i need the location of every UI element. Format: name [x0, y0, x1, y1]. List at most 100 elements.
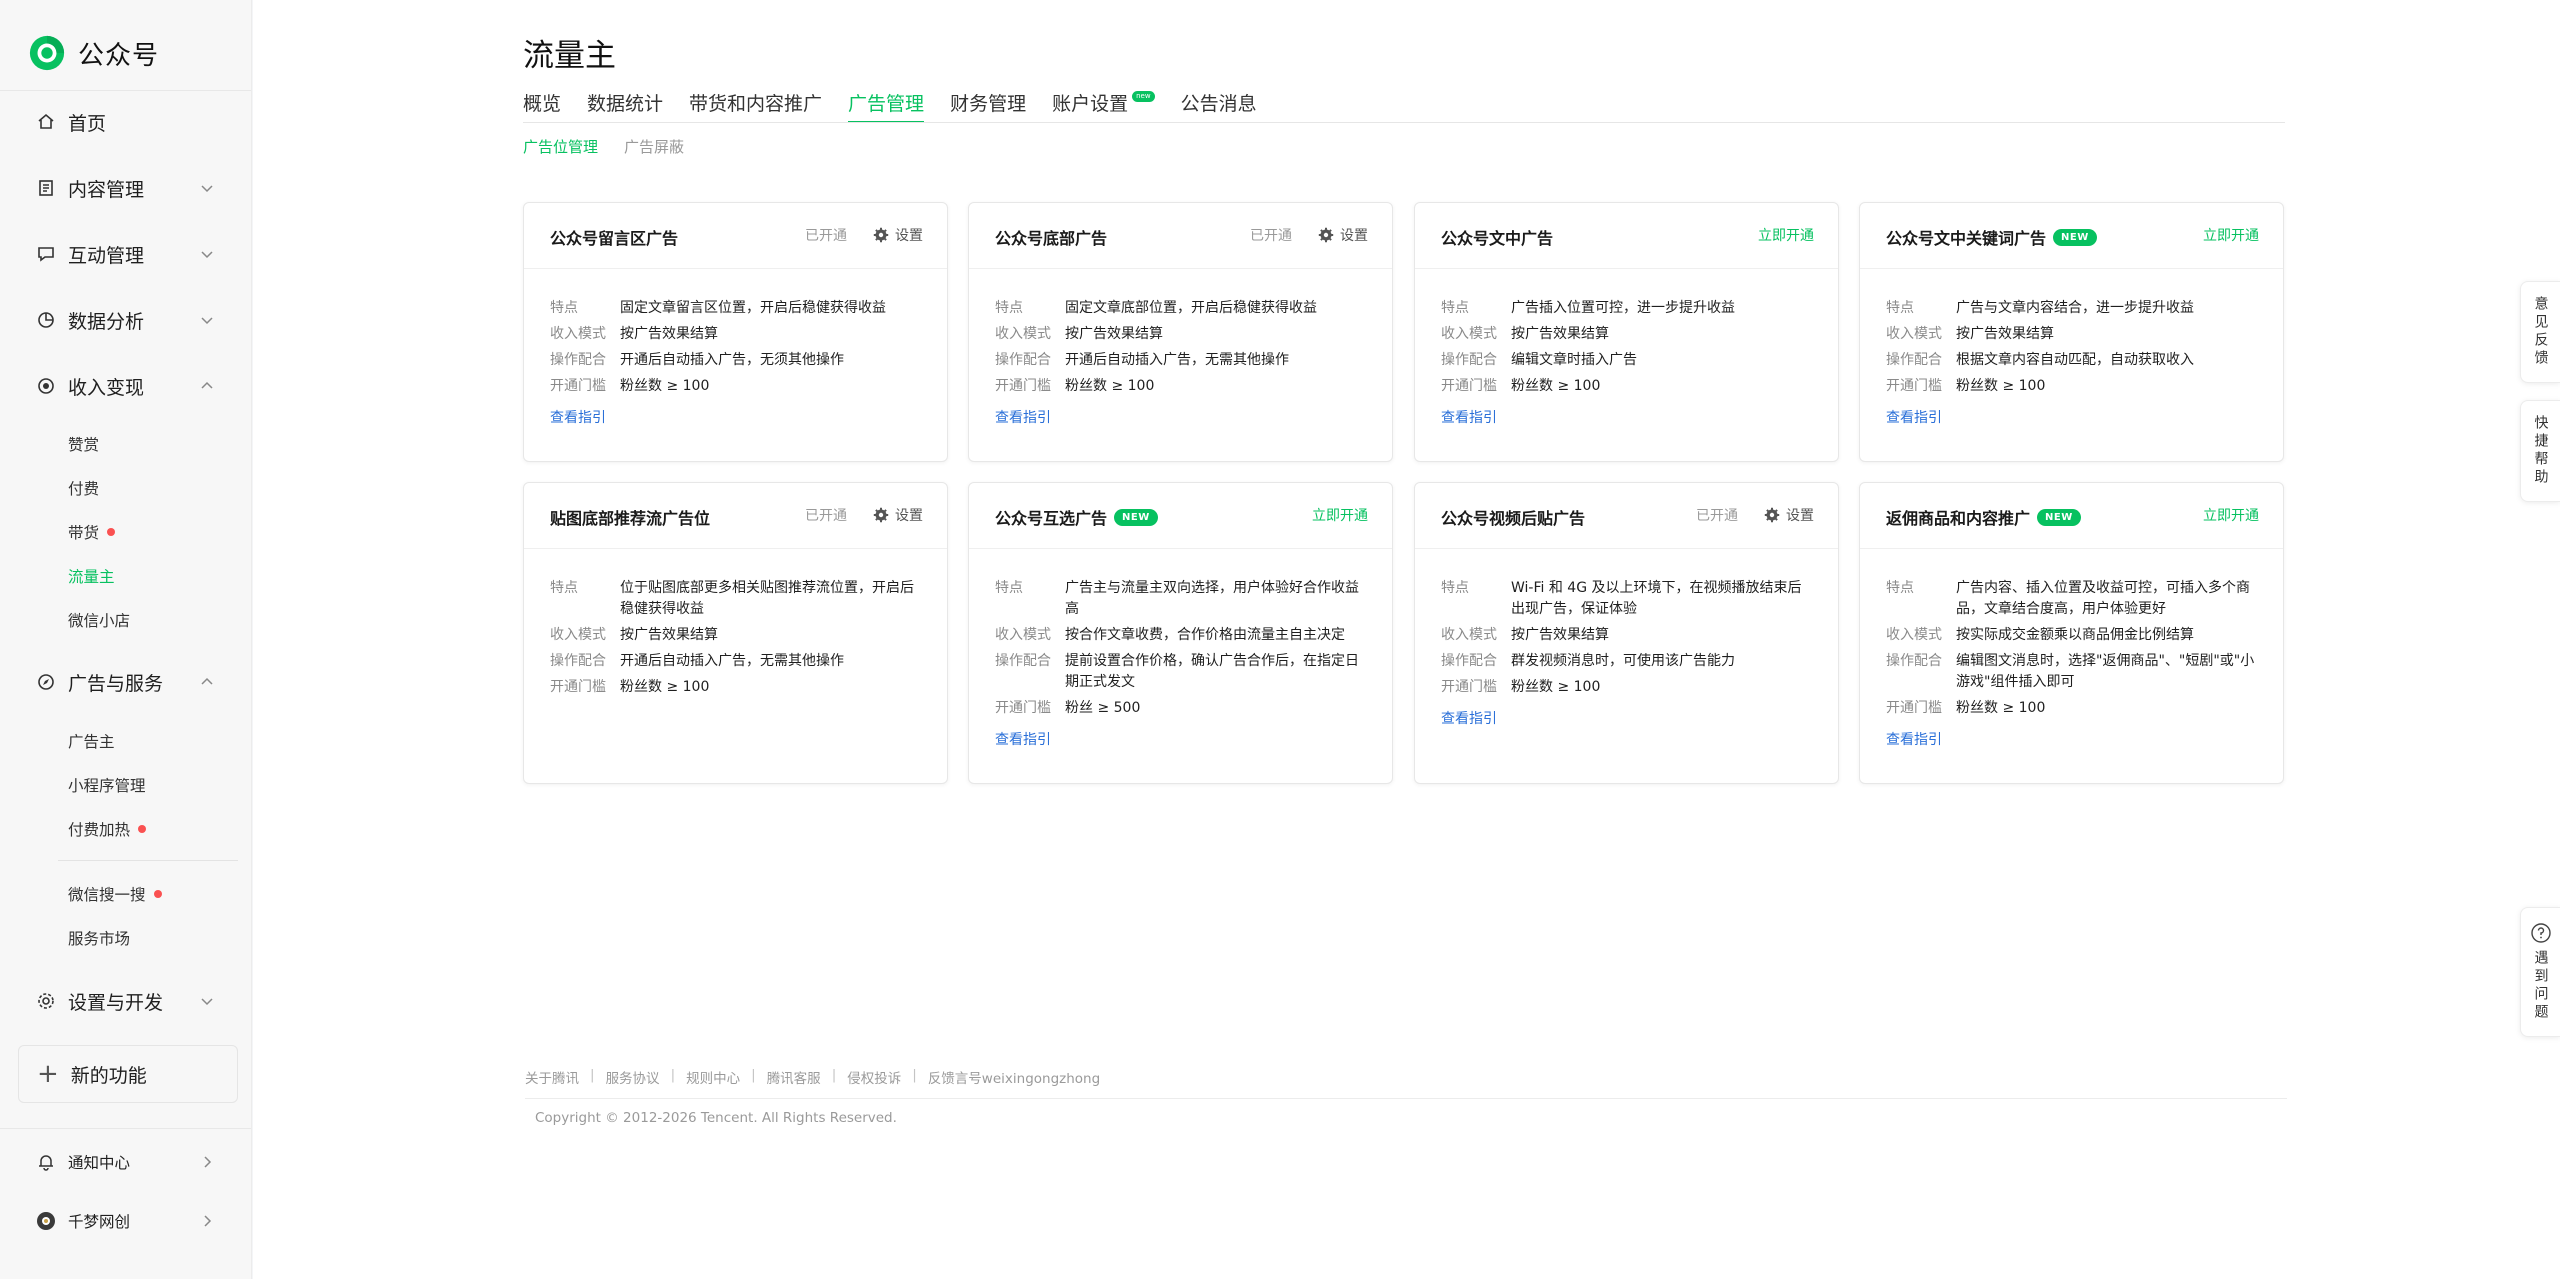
view-guide-link[interactable]: 查看指引 [995, 729, 1368, 749]
info-row: 收入模式 按广告效果结算 [1441, 625, 1814, 646]
view-guide-link[interactable]: 查看指引 [550, 407, 923, 427]
tab-finance[interactable]: 财务管理 [950, 89, 1026, 123]
settings-button[interactable]: 设置 [1318, 225, 1368, 245]
view-guide-link[interactable]: 查看指引 [1886, 407, 2259, 427]
sidebar-item-home[interactable]: 首页 [18, 97, 238, 147]
card-body: 特点 广告内容、插入位置及收益可控，可插入多个商品，文章结合度高，用户体验更好 收… [1886, 578, 2259, 749]
settings-button[interactable]: 设置 [873, 225, 923, 245]
footer-link[interactable]: 规则中心 [686, 1067, 740, 1087]
card-actions: 立即开通 [2203, 505, 2259, 525]
sidebar-sub-wechat-shop[interactable]: 微信小店 [68, 605, 130, 635]
main-content: 流量主 概览 数据统计 带货和内容推广 广告管理 财务管理 账户设置 new 公告… [253, 0, 2560, 1279]
tab-ad-management[interactable]: 广告管理 [848, 89, 925, 123]
sidebar-sub-advertiser[interactable]: 广告主 [68, 726, 115, 756]
info-row: 开通门槛 粉丝数 ≥ 100 [1886, 376, 2259, 397]
row-key: 开通门槛 [550, 378, 606, 394]
card-header: 公众号文中广告 立即开通 [1415, 203, 1838, 269]
sidebar-sub-wechat-search[interactable]: 微信搜一搜 [68, 879, 162, 909]
row-value: 按实际成交金额乘以商品佣金比例结算 [1956, 627, 2194, 643]
chat-icon [36, 244, 56, 264]
card-header: 公众号底部广告 已开通 设置 [969, 203, 1392, 269]
footer-separator: | [831, 1067, 837, 1083]
sidebar-sub-reward[interactable]: 赞赏 [68, 429, 99, 459]
sidebar-sub-traffic-host[interactable]: 流量主 [68, 561, 115, 591]
quick-help-button[interactable]: 快捷帮助 [2520, 400, 2560, 502]
status-label: 已开通 [1696, 508, 1738, 524]
problem-button[interactable]: 遇到问题 [2520, 907, 2560, 1037]
sidebar-sub-commerce[interactable]: 带货 [68, 517, 116, 547]
card-title: 公众号底部广告 [995, 225, 1107, 249]
tab-account-settings[interactable]: 账户设置 new [1052, 89, 1155, 123]
tab-commerce-promotion[interactable]: 带货和内容推广 [689, 89, 822, 123]
feedback-button[interactable]: 意见反馈 [2520, 281, 2560, 383]
settings-button[interactable]: 设置 [1764, 505, 1814, 525]
settings-button[interactable]: 设置 [873, 505, 923, 525]
card-body: 特点 固定文章留言区位置，开启后稳健获得收益 收入模式 按广告效果结算 操作配合 开通… [550, 298, 923, 427]
open-now-button[interactable]: 立即开通 [2203, 225, 2259, 245]
sidebar-item-monetization[interactable]: 收入变现 [18, 361, 238, 411]
view-guide-link[interactable]: 查看指引 [1886, 729, 2259, 749]
ad-card-affiliate-products: 返佣商品和内容推广 NEW 立即开通 特点 广告内容、插入位置及收益可控，可插入多个… [1859, 482, 2284, 784]
account-menu[interactable]: 千梦网创 [18, 1199, 238, 1243]
sidebar-sub-miniprogram[interactable]: 小程序管理 [68, 770, 146, 800]
tab-label: 账户设置 [1052, 93, 1129, 115]
notification-center[interactable]: 通知中心 [18, 1140, 238, 1184]
account-name: 千梦网创 [68, 1213, 131, 1231]
view-guide-link[interactable]: 查看指引 [995, 407, 1368, 427]
card-body: 特点 Wi-Fi 和 4G 及以上环境下，在视频播放结束后出现广告，保证体验 收入… [1441, 578, 1814, 728]
open-now-button[interactable]: 立即开通 [1312, 505, 1368, 525]
info-row: 特点 位于贴图底部更多相关贴图推荐流位置，开启后稳健获得收益 [550, 578, 923, 620]
new-badge: NEW [2037, 508, 2081, 526]
tab-label: 财务管理 [950, 93, 1027, 115]
row-key: 收入模式 [1886, 627, 1942, 643]
tab-label: 带货和内容推广 [689, 93, 823, 115]
card-actions: 已开通 设置 [1696, 505, 1814, 525]
sidebar-item-interaction[interactable]: 互动管理 [18, 229, 238, 279]
sidebar-sub-paid[interactable]: 付费 [68, 473, 99, 503]
footer-link[interactable]: 侵权投诉 [847, 1067, 901, 1087]
tab-label: 数据统计 [587, 93, 664, 115]
settings-label: 设置 [1786, 508, 1814, 524]
status-label: 已开通 [805, 508, 847, 524]
tab-statistics[interactable]: 数据统计 [587, 89, 663, 123]
sidebar-item-content[interactable]: 内容管理 [18, 163, 238, 213]
sidebar-sub-service-market[interactable]: 服务市场 [68, 923, 130, 953]
sidebar-sub-label: 微信搜一搜 [68, 886, 146, 904]
row-key: 收入模式 [550, 627, 606, 643]
row-key: 开通门槛 [550, 679, 606, 695]
view-guide-link[interactable]: 查看指引 [1441, 708, 1814, 728]
subtab-ad-slots[interactable]: 广告位管理 [523, 136, 598, 157]
footer-link[interactable]: 腾讯客服 [767, 1067, 821, 1087]
info-row: 开通门槛 粉丝数 ≥ 100 [1441, 376, 1814, 397]
footer-link[interactable]: 反馈言号weixingongzhong [928, 1067, 1100, 1087]
row-key: 开通门槛 [1886, 700, 1942, 716]
brand-name: 公众号 [78, 40, 160, 71]
settings-label: 设置 [1340, 228, 1368, 244]
ad-card-mutual-selection: 公众号互选广告 NEW 立即开通 特点 广告主与流量主双向选择，用户体验好合作收益高… [968, 482, 1393, 784]
subtab-ad-block[interactable]: 广告屏蔽 [624, 136, 684, 157]
card-body: 特点 广告与文章内容结合，进一步提升收益 收入模式 按广告效果结算 操作配合 根据文章… [1886, 298, 2259, 427]
page-title: 流量主 [523, 38, 616, 74]
view-guide-link[interactable]: 查看指引 [1441, 407, 1814, 427]
sidebar-sub-paid-boost[interactable]: 付费加热 [68, 814, 147, 844]
tab-announcements[interactable]: 公告消息 [1181, 89, 1257, 123]
brand[interactable]: 公众号 [28, 33, 159, 73]
info-row: 操作配合 群发视频消息时，可使用该广告能力 [1441, 651, 1814, 672]
card-title-text: 贴图底部推荐流广告位 [550, 509, 711, 528]
footer-link[interactable]: 关于腾讯 [525, 1067, 579, 1087]
info-row: 特点 广告与文章内容结合，进一步提升收益 [1886, 298, 2259, 319]
info-row: 特点 广告主与流量主双向选择，用户体验好合作收益高 [995, 578, 1368, 620]
open-now-button[interactable]: 立即开通 [1758, 225, 1814, 245]
tab-overview[interactable]: 概览 [523, 89, 561, 123]
sidebar-item-ads-services[interactable]: 广告与服务 [18, 657, 238, 707]
sidebar-item-analytics[interactable]: 数据分析 [18, 295, 238, 345]
row-value: 按合作文章收费，合作价格由流量主自主决定 [1065, 627, 1345, 643]
open-now-button[interactable]: 立即开通 [2203, 505, 2259, 525]
card-actions: 立即开通 [2203, 225, 2259, 245]
row-key: 收入模式 [995, 627, 1051, 643]
sidebar-item-settings-dev[interactable]: 设置与开发 [18, 976, 238, 1026]
footer-link[interactable]: 服务协议 [606, 1067, 660, 1087]
sidebar: 公众号 首页 内容管理 互动管理 数据分析 收入变现 赞赏 付费 带货 流量主 … [0, 0, 252, 1279]
row-value: 粉丝数 ≥ 100 [620, 378, 710, 394]
new-feature-button[interactable]: + 新的功能 [18, 1045, 238, 1103]
